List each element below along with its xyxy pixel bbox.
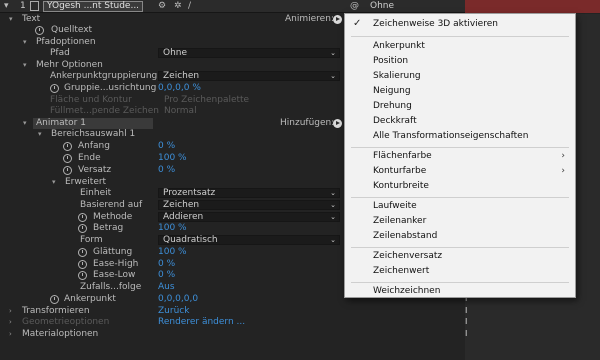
menu-separator <box>351 147 569 148</box>
layer-duration-bar[interactable] <box>465 0 600 13</box>
check-icon: ✓ <box>353 18 362 29</box>
stopwatch-icon[interactable] <box>63 166 72 175</box>
methode-dropdown[interactable]: Addieren ⌄ <box>158 212 340 222</box>
menu-item-flaechenfarbe[interactable]: Flächenfarbe › <box>345 149 575 163</box>
ease-high-value[interactable]: 0 % <box>158 259 175 270</box>
twirl-open-icon[interactable]: ▾ <box>52 177 56 188</box>
animate-play-icon[interactable] <box>333 15 342 24</box>
layer-name[interactable]: YOgesh ...nt Stude... <box>43 1 144 12</box>
transformieren-reset-link[interactable]: Zurück <box>158 306 189 317</box>
ende-value[interactable]: 100 % <box>158 153 187 164</box>
dropdown-arrow-icon: ⌄ <box>330 213 336 221</box>
betrag-value[interactable]: 100 % <box>158 223 187 234</box>
pfad-dropdown[interactable]: Ohne ⌄ <box>158 48 340 58</box>
twirl-closed-icon[interactable]: › <box>9 306 12 317</box>
stopwatch-icon[interactable] <box>50 295 59 304</box>
anfang-value[interactable]: 0 % <box>158 141 175 152</box>
menu-item-position[interactable]: Position <box>345 54 575 68</box>
stopwatch-icon[interactable] <box>50 84 59 93</box>
stopwatch-icon[interactable] <box>78 260 87 269</box>
menu-item-zeilenanker[interactable]: Zeilenanker <box>345 214 575 228</box>
menu-item-laufweite[interactable]: Laufweite <box>345 199 575 213</box>
stopwatch-icon[interactable] <box>35 26 44 35</box>
menu-separator <box>351 282 569 283</box>
twirl-open-icon[interactable]: ▾ <box>9 14 13 25</box>
menu-item-deckkraft[interactable]: Deckkraft <box>345 114 575 128</box>
menu-item-alle-transformationseigenschaften[interactable]: Alle Transformationseigenschaften <box>345 129 575 143</box>
twirl-closed-icon[interactable]: › <box>9 329 12 340</box>
twirl-open-icon[interactable]: ▾ <box>23 118 27 129</box>
versatz-value[interactable]: 0 % <box>158 165 175 176</box>
menu-item-neigung[interactable]: Neigung <box>345 84 575 98</box>
keyframe-marker-icon[interactable]: I <box>465 329 467 338</box>
menu-item-weichzeichnen[interactable]: Weichzeichnen <box>345 284 575 298</box>
menu-item-konturfarbe[interactable]: Konturfarbe › <box>345 164 575 178</box>
ease-low-value[interactable]: 0 % <box>158 270 175 281</box>
basierend-dropdown[interactable]: Zeichen ⌄ <box>158 200 340 210</box>
hinzufuegen-label[interactable]: Hinzufügen: <box>280 118 334 129</box>
menu-item-zeichenwert[interactable]: Zeichenwert <box>345 264 575 278</box>
menu-separator <box>351 197 569 198</box>
animate-label[interactable]: Animieren: <box>285 14 334 25</box>
keyframe-marker-icon[interactable]: I <box>465 317 467 326</box>
einheit-dropdown[interactable]: Prozentsatz ⌄ <box>158 188 340 198</box>
transformieren-row[interactable]: › Transformieren Zurück <box>0 306 600 317</box>
stopwatch-icon[interactable] <box>78 248 87 257</box>
menu-item-ankerpunkt[interactable]: Ankerpunkt <box>345 39 575 53</box>
menu-item-zeilenabstand[interactable]: Zeilenabstand <box>345 229 575 243</box>
stopwatch-icon[interactable] <box>78 213 87 222</box>
materialoptionen-row[interactable]: › Materialoptionen <box>0 329 600 340</box>
hinzufuegen-play-icon[interactable] <box>333 119 342 128</box>
keyframe-marker-icon[interactable]: I <box>465 306 467 315</box>
fuellmethode-dropdown[interactable]: Normal <box>164 106 197 117</box>
switch-icon[interactable]: ⚙ <box>158 1 166 11</box>
menu-item-konturbreite[interactable]: Konturbreite <box>345 179 575 193</box>
dropdown-arrow-icon: ⌄ <box>330 189 336 197</box>
layer-number: 1 <box>20 1 26 11</box>
chevron-right-icon: › <box>561 151 565 161</box>
menu-item-zeichenweise-3d[interactable]: ✓ Zeichenweise 3D aktivieren <box>345 17 575 31</box>
context-menu: ✓ Zeichenweise 3D aktivieren Ankerpunkt … <box>344 13 576 298</box>
stopwatch-icon[interactable] <box>63 142 72 151</box>
parent-dropdown[interactable]: Ohne <box>370 1 394 11</box>
dropdown-arrow-icon: ⌄ <box>330 49 336 57</box>
geometrieoptionen-row[interactable]: › Geometrieoptionen Renderer ändern ... <box>0 317 600 328</box>
text-layer-icon <box>30 1 39 11</box>
dropdown-arrow-icon: ⌄ <box>330 72 336 80</box>
stopwatch-icon[interactable] <box>78 224 87 233</box>
menu-item-zeichenversatz[interactable]: Zeichenversatz <box>345 249 575 263</box>
expand-arrow-icon[interactable]: ▾ <box>4 1 9 11</box>
parent-pickwhip-icon[interactable]: @ <box>350 1 359 11</box>
twirl-open-icon[interactable]: ▾ <box>38 129 42 140</box>
zufallsfolge-value[interactable]: Aus <box>158 282 175 293</box>
ankerpunkt-value[interactable]: 0,0,0,0,0 <box>158 294 198 305</box>
renderer-aendern-link[interactable]: Renderer ändern ... <box>158 317 245 328</box>
menu-item-skalierung[interactable]: Skalierung <box>345 69 575 83</box>
twirl-open-icon[interactable]: ▾ <box>23 60 27 71</box>
glaettung-value[interactable]: 100 % <box>158 247 187 258</box>
form-dropdown[interactable]: Quadratisch ⌄ <box>158 235 340 245</box>
gruppierung-ausrichtung-value[interactable]: 0,0,0,0 % <box>158 83 201 94</box>
menu-item-drehung[interactable]: Drehung <box>345 99 575 113</box>
collapse-switch-icon[interactable]: ✲ <box>174 1 182 11</box>
chevron-right-icon: › <box>561 166 565 176</box>
dropdown-arrow-icon: ⌄ <box>330 236 336 244</box>
twirl-closed-icon[interactable]: › <box>9 317 12 328</box>
fx-switch-icon[interactable]: / <box>188 1 191 11</box>
stopwatch-icon[interactable] <box>78 271 87 280</box>
twirl-open-icon[interactable]: ▾ <box>23 37 27 48</box>
flaeche-kontur-dropdown[interactable]: Pro Zeichenpalette <box>164 95 249 106</box>
stopwatch-icon[interactable] <box>63 154 72 163</box>
ankerpunktgruppierung-dropdown[interactable]: Zeichen ⌄ <box>158 71 340 81</box>
menu-separator <box>351 247 569 248</box>
menu-separator <box>351 36 569 37</box>
dropdown-arrow-icon: ⌄ <box>330 201 336 209</box>
animator-name[interactable]: Animator 1 <box>33 118 153 129</box>
